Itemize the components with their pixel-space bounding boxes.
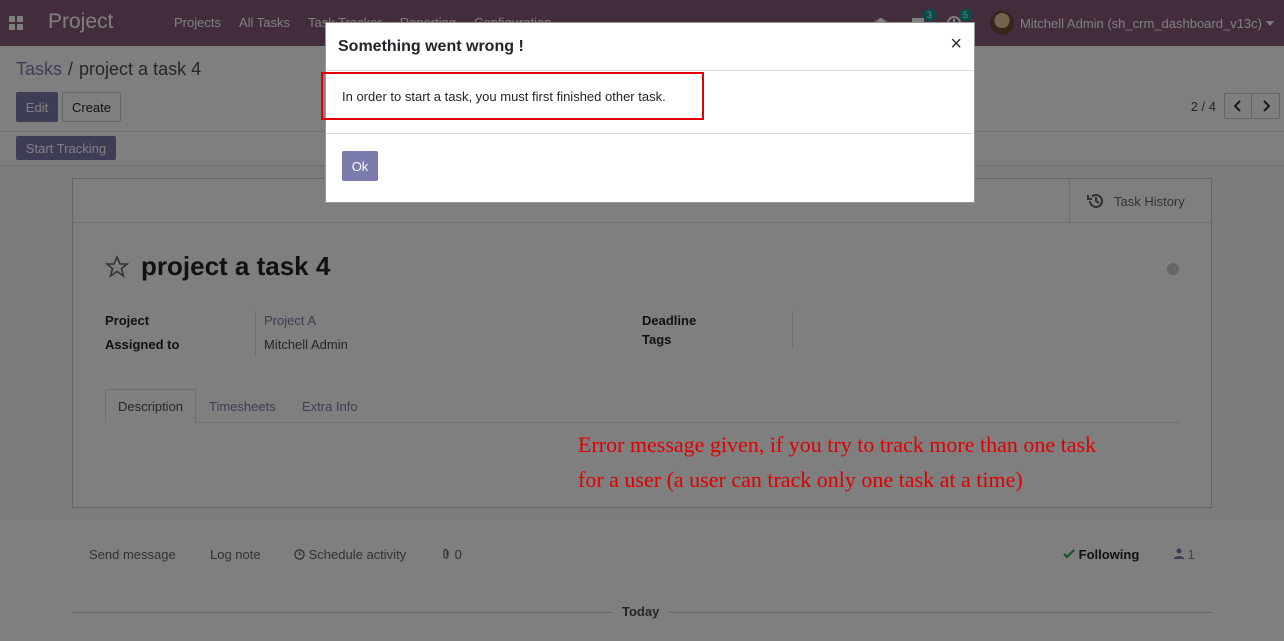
error-dialog: Something went wrong ! × In order to sta… — [321, 22, 975, 203]
ok-button[interactable]: Ok — [342, 151, 378, 181]
annotation-text: Error message given, if you try to track… — [578, 427, 1178, 497]
dialog-header: Something went wrong ! × — [326, 23, 974, 71]
close-icon[interactable]: × — [950, 34, 962, 54]
annotation-line-1: Error message given, if you try to track… — [578, 432, 1097, 457]
dialog-title: Something went wrong ! — [338, 38, 524, 55]
annotation-line-2: for a user (a user can track only one ta… — [578, 467, 1023, 492]
dialog-body: In order to start a task, you must first… — [321, 71, 974, 134]
error-message: In order to start a task, you must first… — [342, 89, 666, 104]
